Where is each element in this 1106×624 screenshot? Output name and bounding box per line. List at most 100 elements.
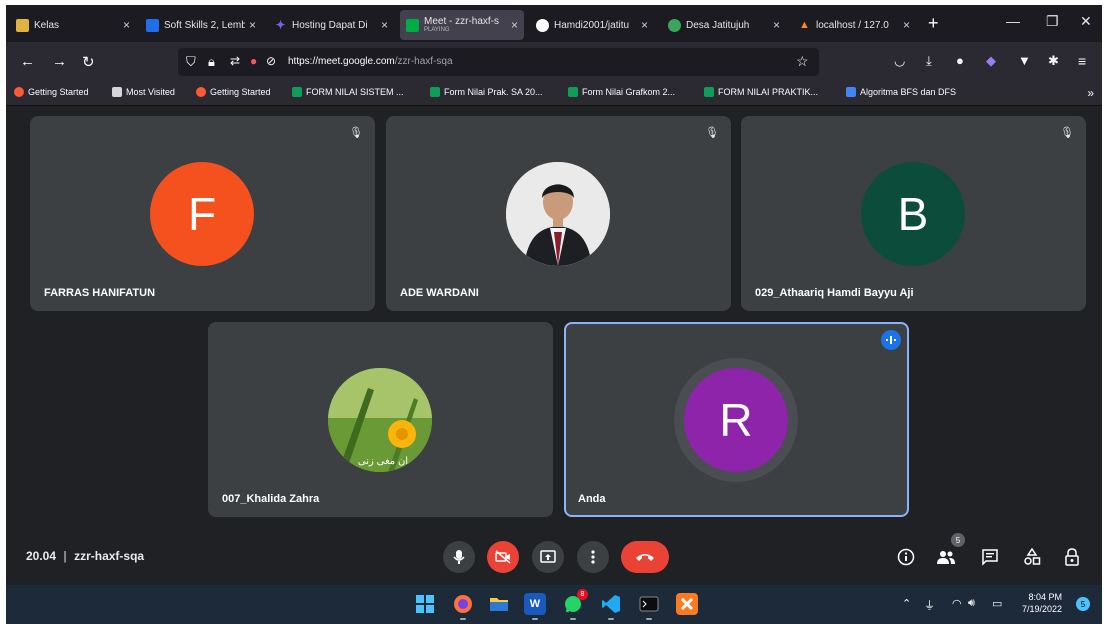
close-icon[interactable]: × xyxy=(249,18,256,32)
bookmark-star-icon[interactable]: ☆ xyxy=(796,53,809,70)
tab-localhost[interactable]: ▲ localhost / 127.0 × xyxy=(792,10,916,40)
present-screen-button[interactable] xyxy=(532,541,564,573)
tab-title: Kelas xyxy=(34,19,60,31)
meeting-controls-bar: 20.04 | zzr-haxf-sqa 5 xyxy=(6,530,1102,585)
microphone-button[interactable] xyxy=(443,541,475,573)
leave-call-button[interactable] xyxy=(621,541,669,573)
address-bar[interactable]: ⛉ 🔒︎ ⇄ ● ⊘ https://meet.google.com/zzr-h… xyxy=(178,48,819,76)
camera-blocked-icon[interactable]: ⊘ xyxy=(266,54,276,68)
taskbar-clock[interactable]: 8:04 PM 7/19/2022 xyxy=(1022,591,1062,615)
xampp-icon xyxy=(680,597,694,611)
bookmark-item[interactable]: Form Nilai Prak. SA 20... xyxy=(430,87,543,97)
tab-soft-skills[interactable]: Soft Skills 2, Lemb × xyxy=(140,10,262,40)
restore-icon[interactable]: ❐ xyxy=(1046,13,1059,30)
extension-icon[interactable]: ◆ xyxy=(986,53,996,69)
tab-title: Desa Jatitujuh xyxy=(686,19,750,31)
pocket-icon[interactable]: ◡ xyxy=(894,53,905,69)
tab-title: Hamdi2001/jatitu xyxy=(554,19,630,31)
participant-name: ADE WARDANI xyxy=(400,287,479,299)
participant-tile-self[interactable]: R Anda xyxy=(564,322,909,517)
taskbar-xampp[interactable] xyxy=(676,593,698,615)
bookmark-item[interactable]: FORM NILAI SISTEM ... xyxy=(292,87,404,97)
usb-icon[interactable]: ⏚ xyxy=(924,597,935,613)
close-window-icon[interactable]: ✕ xyxy=(1080,13,1092,30)
word-icon: W xyxy=(529,598,541,610)
participant-tile[interactable]: 🎙︎ ADE WARDANI xyxy=(386,116,731,311)
volume-icon[interactable]: 🔊︎ xyxy=(968,597,975,610)
battery-icon[interactable]: ▭ xyxy=(992,597,1002,610)
reload-icon[interactable]: ↻ xyxy=(82,53,95,71)
bookmark-item[interactable]: Getting Started xyxy=(196,87,271,97)
tab-github[interactable]: Hamdi2001/jatitu × xyxy=(530,10,654,40)
close-icon[interactable]: × xyxy=(381,18,388,32)
permissions-icon[interactable]: ⇄ xyxy=(230,54,240,68)
taskbar-vscode[interactable] xyxy=(600,593,622,620)
chat-icon xyxy=(982,549,998,566)
tab-desa[interactable]: Desa Jatitujuh × xyxy=(662,10,786,40)
bookmark-item[interactable]: FORM NILAI PRAKTIK... xyxy=(704,87,818,97)
activities-button[interactable] xyxy=(1021,546,1043,568)
close-icon[interactable]: × xyxy=(903,18,910,32)
bookmark-label: Getting Started xyxy=(210,87,271,97)
download-icon[interactable]: ⤓ xyxy=(926,53,932,69)
participant-tile[interactable]: ان مغى زنى 007_Khalida Zahra xyxy=(208,322,553,517)
bookmark-item[interactable]: Form Nilai Grafkom 2... xyxy=(568,87,675,97)
taskbar-terminal[interactable] xyxy=(638,593,660,620)
sheets-icon xyxy=(430,87,440,97)
more-options-button[interactable] xyxy=(577,541,609,573)
minimize-icon[interactable]: — xyxy=(1006,13,1020,29)
tab-kelas[interactable]: Kelas × xyxy=(10,10,136,40)
taskbar-whatsapp[interactable]: 8 xyxy=(562,589,588,620)
taskbar-firefox[interactable] xyxy=(452,593,474,620)
new-tab-button[interactable]: + xyxy=(928,13,939,34)
taskbar-word[interactable]: W xyxy=(524,593,546,620)
document-icon xyxy=(146,18,159,32)
participant-tile[interactable]: 🎙︎ F FARRAS HANIFATUN xyxy=(30,116,375,311)
avatar: B xyxy=(861,162,965,266)
microphone-muted-icon[interactable]: ● xyxy=(250,54,257,68)
meeting-info: 20.04 | zzr-haxf-sqa xyxy=(26,549,144,563)
bookmark-item[interactable]: Getting Started xyxy=(14,87,89,97)
bookmark-label: FORM NILAI PRAKTIK... xyxy=(718,87,819,97)
avatar: F xyxy=(150,162,254,266)
chat-button[interactable] xyxy=(979,546,1001,568)
running-indicator xyxy=(532,618,538,620)
sheets-icon xyxy=(568,87,578,97)
tab-hosting[interactable]: ✦ Hosting Dapat Di × xyxy=(268,10,394,40)
meeting-details-button[interactable] xyxy=(895,546,917,568)
vpn-icon[interactable]: ▼ xyxy=(1018,53,1031,68)
close-icon[interactable]: × xyxy=(511,18,518,32)
running-indicator xyxy=(646,618,652,620)
bookmark-item[interactable]: Most Visited xyxy=(112,87,175,97)
chevron-up-icon[interactable]: ⌃ xyxy=(902,597,911,610)
people-button[interactable] xyxy=(935,546,957,568)
lock-icon[interactable]: 🔒︎ xyxy=(208,54,215,70)
close-icon[interactable]: × xyxy=(641,18,648,32)
close-icon[interactable]: × xyxy=(123,18,130,32)
firefox-icon xyxy=(196,87,206,97)
participant-tile[interactable]: 🎙︎ B 029_Athaariq Hamdi Bayyu Aji xyxy=(741,116,1086,311)
url-host: https://meet.google.com xyxy=(288,56,395,67)
forward-icon[interactable]: → xyxy=(52,53,67,70)
meeting-code[interactable]: zzr-haxf-sqa xyxy=(74,549,144,563)
account-icon[interactable]: ● xyxy=(956,53,964,68)
back-icon[interactable]: ← xyxy=(20,53,35,70)
mic-off-icon: 🎙︎ xyxy=(1060,127,1074,139)
avatar: R xyxy=(684,368,788,472)
running-indicator xyxy=(460,618,466,620)
wifi-icon[interactable]: ◠ xyxy=(952,597,962,610)
tab-meet[interactable]: Meet - zzr-haxf-s PLAYING × xyxy=(400,10,524,40)
bookmark-label: Form Nilai Grafkom 2... xyxy=(582,87,676,97)
start-button[interactable] xyxy=(414,593,436,615)
sheets-icon xyxy=(704,87,714,97)
bookmark-item[interactable]: Algoritma BFS dan DFS xyxy=(846,87,956,97)
camera-off-button[interactable] xyxy=(487,541,519,573)
shield-icon[interactable]: ⛉ xyxy=(186,54,196,70)
chevron-right-icon[interactable]: » xyxy=(1087,86,1094,100)
menu-icon[interactable]: ≡ xyxy=(1078,53,1086,69)
host-controls-button[interactable] xyxy=(1061,546,1083,568)
taskbar-file-explorer[interactable] xyxy=(488,593,510,615)
close-icon[interactable]: × xyxy=(773,18,780,32)
extensions-icon[interactable]: ✱ xyxy=(1048,53,1059,69)
notification-count-badge[interactable]: 5 xyxy=(1076,597,1090,611)
